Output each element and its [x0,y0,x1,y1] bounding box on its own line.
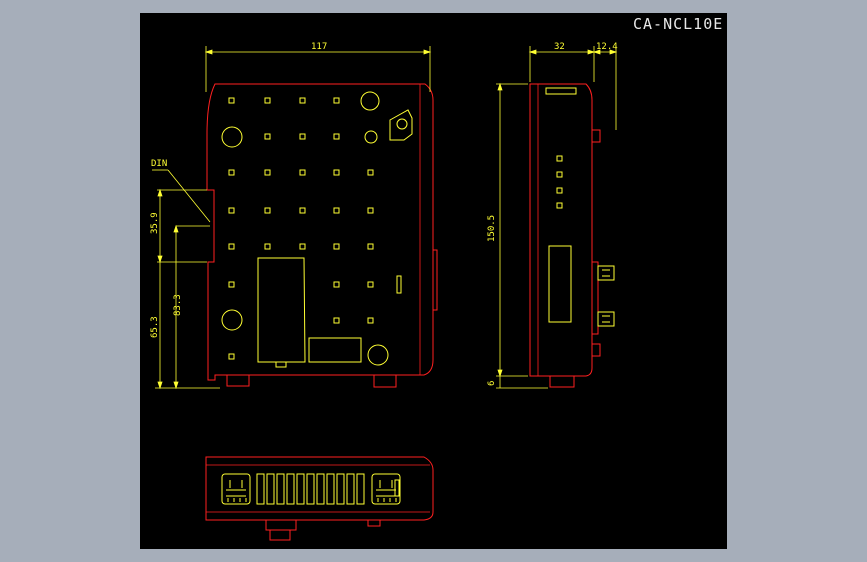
side-view-connector [591,261,599,335]
dim-height-total: 150.5 [487,215,497,242]
front-view-details [221,91,413,368]
dim-depth-side: 32 [554,42,565,52]
dim-width-front: 117 [311,42,327,52]
hole-bottom-right [367,344,389,366]
side-view-details [545,87,615,327]
side-view-outline [529,83,593,377]
side-view-window [548,245,572,323]
side-view-tab-top [591,129,601,143]
bottom-view-tab-inner [269,529,291,541]
bottom-view-small-tab [367,519,381,527]
indicator-slot [396,275,402,294]
front-view-foot-left [226,374,250,387]
bottom-view-tab [265,519,297,531]
side-view-label-plate [545,87,577,95]
dim-din-label: DIN [151,159,167,169]
hole-small [364,130,378,144]
side-view-foot [549,375,575,388]
side-view-tab-bottom [591,343,601,357]
mount-bracket [389,109,413,141]
connector-block [308,337,362,363]
vent-slots [256,473,365,505]
bottom-view-details [221,473,401,505]
side-view-plug-bottom [597,311,615,327]
cad-drawing: 117 DIN 35.9 65.3 83.3 32 12.4 150.5 6 [150,42,618,541]
hole-top-right [360,91,380,111]
display-window [257,257,306,363]
terminal-grid [228,97,374,360]
dim-din-lower: 65.3 [150,316,160,338]
dim-mount-height: 83.3 [173,294,183,316]
side-view-plug-top [597,265,615,281]
display-window-tab [275,361,287,368]
front-view-dimensions [152,46,432,390]
side-view [529,83,601,388]
dim-din-upper: 35.9 [150,212,160,234]
dim-side-offset: 12.4 [596,42,618,52]
dim-bottom-offset: 6 [487,381,497,386]
side-view-dimensions [496,46,618,389]
mount-bracket-hole [396,118,408,130]
front-view-side-tab [432,249,438,311]
front-view-foot-right [373,374,397,388]
hole-top-left [221,126,243,148]
hole-bottom-left [221,309,243,331]
